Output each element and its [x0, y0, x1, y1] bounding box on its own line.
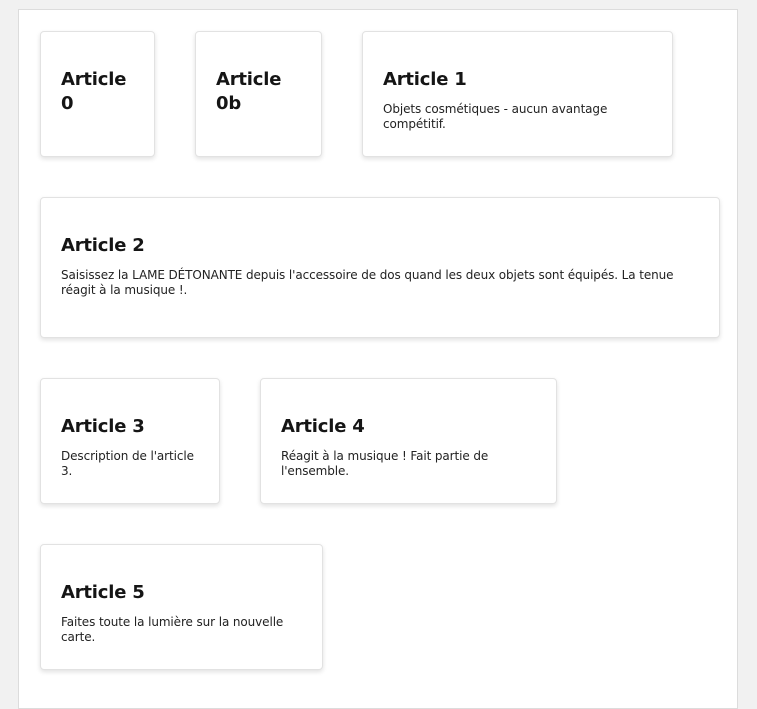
article-description: Description de l'article 3.: [61, 449, 194, 478]
article-card-4: Article 4 Réagit à la musique ! Fait par…: [260, 378, 557, 504]
article-title: Article 3: [61, 416, 145, 437]
article-card-5: Article 5 Faites toute la lumière sur la…: [40, 544, 323, 670]
article-title: Article 1: [383, 69, 467, 90]
article-card-3: Article 3 Description de l'article 3.: [40, 378, 220, 504]
article-description: Réagit à la musique ! Fait partie de l'e…: [281, 449, 489, 478]
article-title: Article 2: [61, 235, 145, 256]
article-title: Article 0b: [216, 69, 282, 114]
article-description: Objets cosmétiques - aucun avantage comp…: [383, 102, 608, 131]
article-card-1: Article 1 Objets cosmétiques - aucun ava…: [362, 31, 673, 157]
article-title: Article 5: [61, 582, 145, 603]
article-grid-panel: Article 0 Article 0b Article 1 Objets co…: [18, 9, 738, 709]
article-card-0b: Article 0b: [195, 31, 322, 157]
article-title: Article 4: [281, 416, 365, 437]
article-description: Faites toute la lumière sur la nouvelle …: [61, 615, 284, 644]
article-description: Saisissez la LAME DÉTONANTE depuis l'acc…: [61, 268, 674, 297]
article-card-2: Article 2 Saisissez la LAME DÉTONANTE de…: [40, 197, 720, 338]
article-title: Article 0: [61, 69, 127, 114]
article-card-0: Article 0: [40, 31, 155, 157]
